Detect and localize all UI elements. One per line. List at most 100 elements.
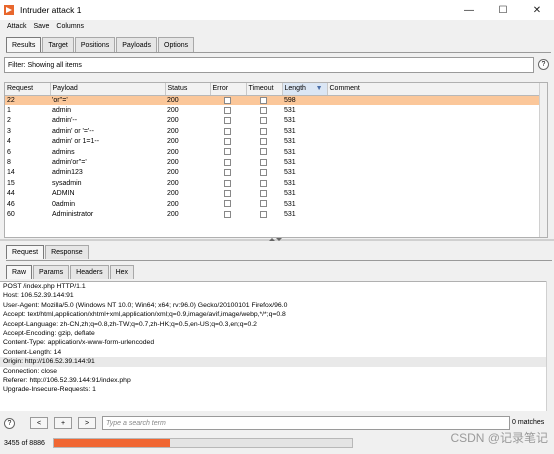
add-button[interactable]: + xyxy=(54,417,72,429)
menu-save[interactable]: Save xyxy=(33,23,49,30)
col-payload[interactable]: Payload xyxy=(50,83,166,96)
cell-request: 22 xyxy=(5,95,50,106)
timeout-checkbox[interactable] xyxy=(260,158,267,166)
tab-payloads[interactable]: Payloads xyxy=(116,37,158,52)
table-row[interactable]: 14 admin123 200 531 xyxy=(5,168,541,178)
tab-results[interactable]: Results xyxy=(6,37,42,52)
close-icon[interactable]: ✕ xyxy=(520,0,554,20)
cell-comment xyxy=(327,199,541,209)
timeout-checkbox[interactable] xyxy=(260,96,267,104)
menu-columns[interactable]: Columns xyxy=(56,23,84,30)
timeout-checkbox[interactable] xyxy=(260,106,267,114)
tab-raw[interactable]: Raw xyxy=(6,265,33,279)
maximize-icon[interactable]: ☐ xyxy=(486,0,520,20)
cell-timeout xyxy=(246,147,282,157)
col-request[interactable]: Request xyxy=(5,83,51,96)
timeout-checkbox[interactable] xyxy=(260,148,267,156)
request-count: 3455 of 8886 xyxy=(4,440,45,447)
timeout-checkbox[interactable] xyxy=(260,190,267,198)
table-scrollbar[interactable] xyxy=(539,83,547,237)
error-checkbox[interactable] xyxy=(224,127,231,135)
cell-status: 200 xyxy=(167,179,179,187)
timeout-checkbox[interactable] xyxy=(260,127,267,135)
cell-length: 598 xyxy=(282,95,327,106)
table-row[interactable]: 4 admin' or 1=1-- 200 531 xyxy=(5,137,541,147)
cell-request: 46 xyxy=(7,200,15,208)
tab-params[interactable]: Params xyxy=(33,265,70,279)
cell-timeout xyxy=(246,157,282,167)
tab-options[interactable]: Options xyxy=(158,37,195,52)
table-row[interactable]: 22'or''=' 200 598 xyxy=(5,95,541,106)
timeout-checkbox[interactable] xyxy=(260,200,267,208)
table-row[interactable]: 3 admin' or '='-- 200 531 xyxy=(5,126,541,136)
filter-bar[interactable]: Filter: Showing all items xyxy=(4,57,534,73)
error-checkbox[interactable] xyxy=(224,158,231,166)
timeout-checkbox[interactable] xyxy=(260,117,267,125)
error-checkbox[interactable] xyxy=(224,117,231,125)
cell-request: 8 xyxy=(7,159,11,167)
cell-length: 531 xyxy=(284,200,296,208)
next-button[interactable]: > xyxy=(78,417,96,429)
table-row[interactable]: 15 sysadmin 200 531 xyxy=(5,178,541,188)
cell-payload: admin' or 1=1-- xyxy=(52,138,100,146)
cell-status: 200 xyxy=(167,159,179,167)
tab-hex[interactable]: Hex xyxy=(109,265,135,279)
table-header-row: Request Payload Status Error Timeout Len… xyxy=(5,83,542,96)
filter-help-icon[interactable]: ? xyxy=(538,59,549,70)
tab-headers[interactable]: Headers xyxy=(70,265,109,279)
request-line: Accept: text/html,application/xhtml+xml,… xyxy=(3,311,286,319)
error-checkbox[interactable] xyxy=(224,106,231,114)
menu-attack[interactable]: Attack xyxy=(7,23,26,30)
cell-payload: sysadmin xyxy=(52,179,82,187)
cell-comment xyxy=(327,105,541,115)
tab-response[interactable]: Response xyxy=(45,245,89,259)
window-title: Intruder attack 1 xyxy=(20,5,82,15)
minimize-icon[interactable]: — xyxy=(452,0,486,20)
request-line: Accept-Language: zh-CN,zh;q=0.8,zh-TW;q=… xyxy=(3,320,257,328)
search-help-icon[interactable]: ? xyxy=(4,418,15,429)
sort-desc-icon: ▼ xyxy=(315,85,323,93)
cell-request: 60 xyxy=(7,210,15,218)
request-line: Referer: http://106.52.39.144:91/index.p… xyxy=(3,376,131,384)
table-row[interactable]: 44 ADMIN 200 531 xyxy=(5,189,541,199)
cell-payload: admin xyxy=(52,107,72,115)
table-row[interactable]: 2 admin'-- 200 531 xyxy=(5,116,541,126)
col-timeout[interactable]: Timeout xyxy=(246,83,283,96)
timeout-checkbox[interactable] xyxy=(260,169,267,177)
error-checkbox[interactable] xyxy=(224,200,231,208)
request-scrollbar[interactable] xyxy=(546,281,554,411)
timeout-checkbox[interactable] xyxy=(260,138,267,146)
tab-request[interactable]: Request xyxy=(6,245,45,259)
search-input[interactable]: Type a search term xyxy=(102,416,510,430)
table-row[interactable]: 60 Administrator 200 531 xyxy=(5,209,541,219)
error-checkbox[interactable] xyxy=(224,179,231,187)
cell-payload: admin'-- xyxy=(52,117,78,125)
split-grip-icon[interactable] xyxy=(268,237,282,242)
error-checkbox[interactable] xyxy=(224,210,231,218)
table-row[interactable]: 1 admin 200 531 xyxy=(5,105,541,115)
timeout-checkbox[interactable] xyxy=(260,179,267,187)
table-row[interactable]: 46 0admin 200 531 xyxy=(5,199,541,209)
cell-error xyxy=(210,157,246,167)
col-comment[interactable]: Comment xyxy=(327,83,542,96)
cell-timeout xyxy=(246,209,282,219)
timeout-checkbox[interactable] xyxy=(260,210,267,218)
error-checkbox[interactable] xyxy=(224,138,231,146)
error-checkbox[interactable] xyxy=(224,169,231,177)
tab-positions[interactable]: Positions xyxy=(74,37,116,52)
error-checkbox[interactable] xyxy=(224,148,231,156)
table-row[interactable]: 6 admins 200 531 xyxy=(5,147,541,157)
col-error[interactable]: Error xyxy=(210,83,247,96)
col-status[interactable]: Status xyxy=(165,83,211,96)
error-checkbox[interactable] xyxy=(224,190,231,198)
error-checkbox[interactable] xyxy=(224,96,231,104)
previous-button[interactable]: < xyxy=(30,417,48,429)
col-length[interactable]: Length ▼ xyxy=(282,83,328,96)
cell-request: 6 xyxy=(7,148,11,156)
table-row[interactable]: 8 admin'or''=' 200 531 xyxy=(5,157,541,167)
main-tabs: Results Target Positions Payloads Option… xyxy=(6,37,195,52)
tab-target[interactable]: Target xyxy=(42,37,74,52)
cell-status: 200 xyxy=(165,95,210,106)
cell-error xyxy=(210,178,246,188)
raw-request-editor[interactable]: POST /index.php HTTP/1.1 Host: 106.52.39.… xyxy=(0,281,546,411)
